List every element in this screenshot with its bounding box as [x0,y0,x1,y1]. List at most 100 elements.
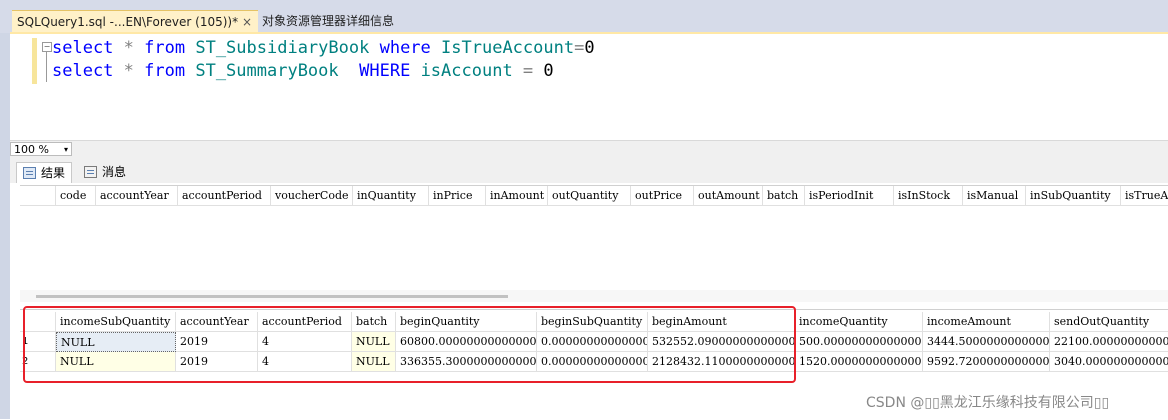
table-cell[interactable]: 2128432.11000000000000 [648,352,795,372]
table-cell[interactable]: 60800.00000000000000 [396,332,537,352]
column-header[interactable]: isPeriodInit [805,186,894,206]
tab-sqlquery1-label: SQLQuery1.sql -...EN\Forever (105))* [17,15,239,29]
code-line-2[interactable]: select * from ST_SummaryBook WHERE isAcc… [52,61,554,81]
column-header[interactable]: beginAmount [648,312,795,332]
table-cell[interactable]: 3040.00000000000000 [1050,352,1168,372]
row-number[interactable]: 1 [20,332,56,352]
column-header[interactable]: incomeAmount [923,312,1050,332]
table-cell[interactable]: NULL [56,332,176,352]
operator: * [113,61,145,81]
column-header[interactable]: batch [763,186,805,206]
table-cell[interactable]: 0.00000000000000 [537,352,648,372]
zoom-select[interactable]: 100 % ▾ [10,142,72,156]
column-header[interactable]: beginQuantity [396,312,537,332]
table-cell[interactable]: NULL [56,352,176,372]
column-header[interactable]: accountPeriod [258,312,352,332]
column-header[interactable]: batch [352,312,396,332]
fold-region: − [42,40,52,84]
table-cell[interactable]: 9592.72000000000000 [923,352,1050,372]
document-tab-bar: SQLQuery1.sql -...EN\Forever (105))* × 对… [0,0,1168,33]
table-cell[interactable]: 532552.09000000000000 [648,332,795,352]
results-tab-bar: 结果 消息 [10,157,1168,183]
keyword: from [144,61,186,81]
close-icon[interactable]: × [242,11,252,33]
left-gutter [0,0,10,419]
column-header[interactable]: outPrice [631,186,694,206]
document-icon [84,166,97,178]
column-header[interactable]: incomeQuantity [795,312,923,332]
table-cell[interactable]: NULL [352,332,396,352]
keyword: where [379,38,431,58]
column-header[interactable]: isInStock [894,186,963,206]
literal: 0 [543,61,554,81]
result-grid-1[interactable]: code accountYear accountPeriod voucherCo… [20,185,1168,299]
column-header[interactable]: outQuantity [548,186,631,206]
operator: = [574,38,585,58]
change-tracking-bar [32,38,37,84]
row-header-corner[interactable] [20,312,56,332]
table-cell[interactable]: 4 [258,332,352,352]
operator: * [113,38,145,58]
tab-results[interactable]: 结果 [16,162,73,183]
collapse-icon[interactable]: − [42,42,52,52]
table-cell[interactable]: 500.00000000000000 [795,332,923,352]
tab-messages-label: 消息 [102,165,127,179]
column-header[interactable]: voucherCode [271,186,353,206]
column-header[interactable]: inSubQuantity [1026,186,1121,206]
table-cell[interactable]: 2019 [176,332,258,352]
tab-sqlquery1[interactable]: SQLQuery1.sql -...EN\Forever (105))* × [12,10,258,32]
table-cell[interactable]: 336355.30000000000000 [396,352,537,372]
keyword: WHERE [359,61,411,81]
table-cell[interactable]: 0.00000000000000 [537,332,648,352]
column-header[interactable]: code [56,186,96,206]
editor-horizontal-scrollbar[interactable]: 100 % ▾ [10,140,1168,158]
row-number[interactable]: 2 [20,352,56,372]
zoom-value: 100 % [14,143,49,156]
column-header[interactable]: sendOutQuantity [1050,312,1168,332]
table-cell[interactable]: NULL [352,352,396,372]
keyword: from [144,38,186,58]
grid-icon [23,167,36,179]
column-header[interactable]: accountYear [96,186,178,206]
column-header[interactable]: inQuantity [353,186,429,206]
column-header[interactable]: inAmount [486,186,548,206]
column-header[interactable]: isManual [963,186,1026,206]
keyword: select [52,61,114,81]
column-header[interactable]: outAmount [694,186,763,206]
table-name: ST_SummaryBook [195,61,339,81]
table-cell[interactable]: 3444.50000000000000 [923,332,1050,352]
editor-margin [10,34,32,140]
column-header[interactable]: inPrice [429,186,486,206]
table-cell[interactable]: 4 [258,352,352,372]
fold-line [46,52,47,82]
row-header-corner[interactable] [20,186,56,206]
scrollbar-thumb[interactable] [36,295,508,298]
column-header[interactable]: beginSubQuantity [537,312,648,332]
column-name: IsTrueAccount [441,38,575,58]
tab-object-explorer-details[interactable]: 对象资源管理器详细信息 [262,10,394,32]
column-name: isAccount [420,61,513,81]
sql-editor[interactable]: − select * from ST_SubsidiaryBook where … [10,34,1168,140]
tab-messages[interactable]: 消息 [78,162,132,183]
literal: 0 [584,38,595,58]
table-cell[interactable]: 22100.00000000000000 [1050,332,1168,352]
tab-results-label: 结果 [41,166,66,180]
column-header[interactable]: incomeSubQuantity [56,312,176,332]
operator: = [512,61,544,81]
table-cell[interactable]: 1520.00000000000000 [795,352,923,372]
grid1-horizontal-scrollbar[interactable] [20,290,1168,302]
code-line-1[interactable]: select * from ST_SubsidiaryBook where Is… [52,38,595,58]
column-header[interactable]: isTrueA [1121,186,1168,206]
table-cell[interactable]: 2019 [176,352,258,372]
chevron-down-icon: ▾ [63,145,68,154]
column-header[interactable]: accountPeriod [178,186,271,206]
watermark: CSDN @▯▯黑龙江乐缘科技有限公司▯▯ [866,395,1110,411]
column-header[interactable]: accountYear [176,312,258,332]
keyword: select [52,38,114,58]
